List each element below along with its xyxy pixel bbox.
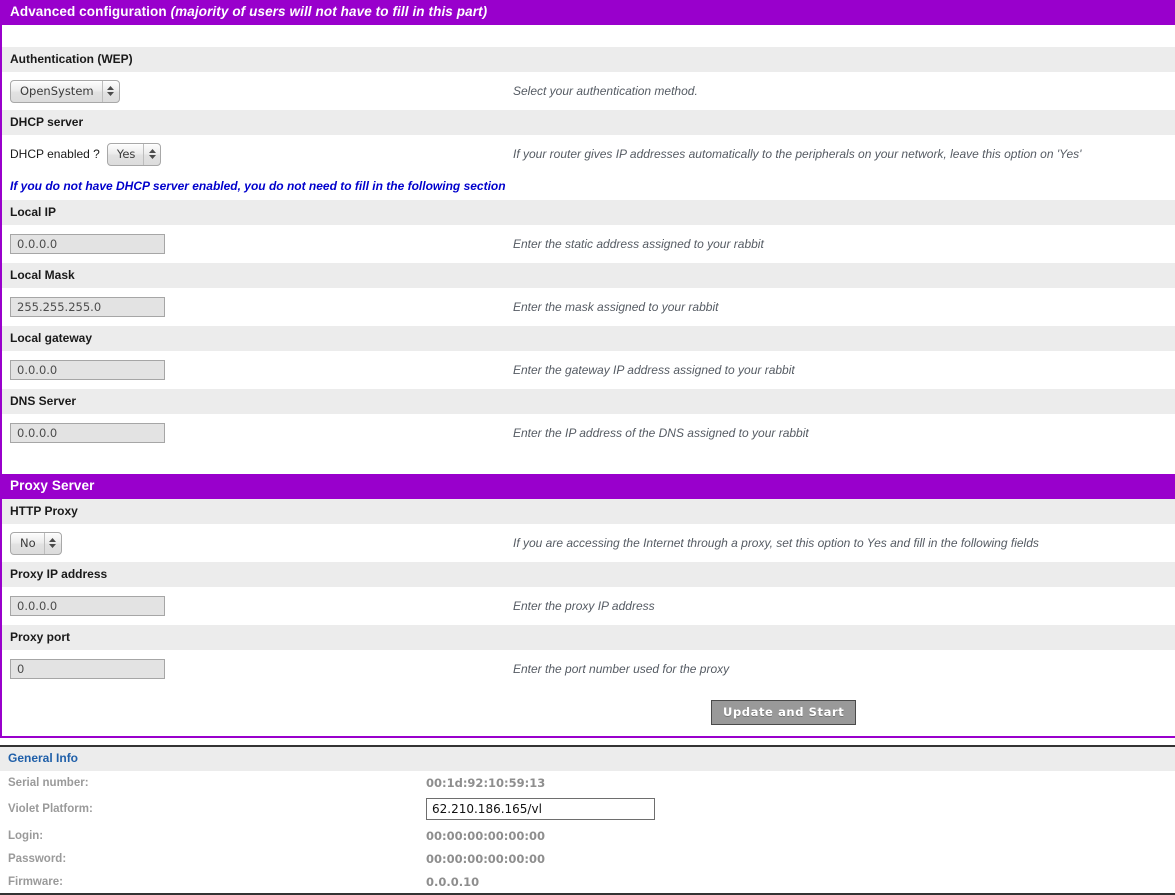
local-mask-input[interactable] (10, 297, 165, 317)
proxy-ip-control-cell (10, 596, 513, 616)
label-dns-server: DNS Server (2, 389, 1175, 414)
hint-local-ip: Enter the static address assigned to you… (513, 237, 764, 251)
general-info-panel: General Info Serial number: 00:1d:92:10:… (0, 745, 1175, 895)
info-row-firmware: Firmware: 0.0.0.10 (0, 870, 1175, 893)
label-http-proxy: HTTP Proxy (2, 499, 1175, 524)
info-value-firmware: 0.0.0.10 (426, 874, 480, 889)
proxy-ip-input[interactable] (10, 596, 165, 616)
row-local-ip: Enter the static address assigned to you… (2, 225, 1175, 263)
dhcp-note: If you do not have DHCP server enabled, … (2, 173, 1175, 200)
info-row-password: Password: 00:00:00:00:00:00 (0, 847, 1175, 870)
row-local-mask: Enter the mask assigned to your rabbit (2, 288, 1175, 326)
local-gateway-input[interactable] (10, 360, 165, 380)
label-local-gateway: Local gateway (2, 326, 1175, 351)
row-proxy-ip-address: Enter the proxy IP address (2, 587, 1175, 625)
advanced-configuration-title: Advanced configuration (10, 4, 171, 19)
hint-local-mask: Enter the mask assigned to your rabbit (513, 300, 719, 314)
panel-gap (0, 738, 1175, 745)
label-local-ip: Local IP (2, 200, 1175, 225)
http-proxy-value: No (20, 536, 36, 550)
label-proxy-ip-address: Proxy IP address (2, 562, 1175, 587)
advanced-configuration-subtitle: (majority of users will not have to fill… (170, 4, 488, 19)
updown-arrows-icon (101, 80, 119, 102)
local-mask-control-cell (10, 297, 513, 317)
general-info-header: General Info (0, 747, 1175, 771)
proxy-server-header: Proxy Server (2, 474, 1175, 499)
hint-dns-server: Enter the IP address of the DNS assigned… (513, 426, 809, 440)
header-spacer (2, 25, 1175, 47)
dhcp-enabled-value: Yes (116, 147, 136, 161)
label-dhcp-server: DHCP server (2, 110, 1175, 135)
hint-proxy-ip: Enter the proxy IP address (513, 599, 655, 613)
dns-server-control-cell (10, 423, 513, 443)
local-ip-input[interactable] (10, 234, 165, 254)
local-gateway-control-cell (10, 360, 513, 380)
row-dns-server: Enter the IP address of the DNS assigned… (2, 414, 1175, 452)
info-key-login: Login: (8, 829, 44, 842)
label-authentication-wep: Authentication (WEP) (2, 47, 1175, 72)
advanced-configuration-panel: Advanced configuration (majority of user… (0, 0, 1175, 736)
dns-server-input[interactable] (10, 423, 165, 443)
violet-platform-input[interactable] (426, 798, 655, 820)
proxy-port-control-cell (10, 659, 513, 679)
info-key-password: Password: (8, 852, 67, 865)
advanced-configuration-header: Advanced configuration (majority of user… (2, 0, 1175, 25)
authentication-control-cell: OpenSystem (10, 79, 513, 103)
submit-row: Update and Start (2, 688, 1175, 736)
http-proxy-select[interactable]: No (10, 531, 62, 555)
hint-authentication: Select your authentication method. (513, 84, 698, 98)
row-http-proxy: No If you are accessing the Internet thr… (2, 524, 1175, 562)
http-proxy-control-cell: No (10, 531, 513, 555)
info-value-login: 00:00:00:00:00:00 (426, 828, 546, 843)
row-local-gateway: Enter the gateway IP address assigned to… (2, 351, 1175, 389)
label-local-mask: Local Mask (2, 263, 1175, 288)
label-proxy-port: Proxy port (2, 625, 1175, 650)
row-authentication-wep: OpenSystem Select your authentication me… (2, 72, 1175, 110)
row-dhcp-enabled: DHCP enabled ? Yes If your router gives … (2, 135, 1175, 173)
dhcp-enabled-select[interactable]: Yes (106, 142, 162, 166)
updown-arrows-icon (43, 532, 61, 554)
local-ip-control-cell (10, 234, 513, 254)
update-and-start-button[interactable]: Update and Start (711, 699, 857, 725)
hint-local-gateway: Enter the gateway IP address assigned to… (513, 363, 795, 377)
row-proxy-port: Enter the port number used for the proxy (2, 650, 1175, 688)
proxy-port-input[interactable] (10, 659, 165, 679)
hint-http-proxy: If you are accessing the Internet throug… (513, 536, 1039, 550)
pre-proxy-spacer (2, 452, 1175, 474)
hint-dhcp-enabled: If your router gives IP addresses automa… (513, 147, 1082, 161)
info-key-violet-platform: Violet Platform: (8, 803, 93, 815)
authentication-method-select[interactable]: OpenSystem (10, 79, 120, 103)
dhcp-control-cell: DHCP enabled ? Yes (10, 142, 513, 166)
hint-proxy-port: Enter the port number used for the proxy (513, 662, 730, 676)
updown-arrows-icon (143, 143, 160, 165)
info-key-serial-number: Serial number: (8, 776, 89, 789)
info-key-firmware: Firmware: (8, 875, 63, 888)
proxy-server-title: Proxy Server (10, 478, 95, 493)
label-dhcp-enabled: DHCP enabled ? (10, 147, 100, 161)
info-row-serial-number: Serial number: 00:1d:92:10:59:13 (0, 771, 1175, 794)
info-value-serial-number: 00:1d:92:10:59:13 (426, 775, 546, 790)
info-value-password: 00:00:00:00:00:00 (426, 851, 546, 866)
info-row-violet-platform: Violet Platform: (0, 794, 1175, 824)
authentication-method-value: OpenSystem (20, 84, 94, 98)
